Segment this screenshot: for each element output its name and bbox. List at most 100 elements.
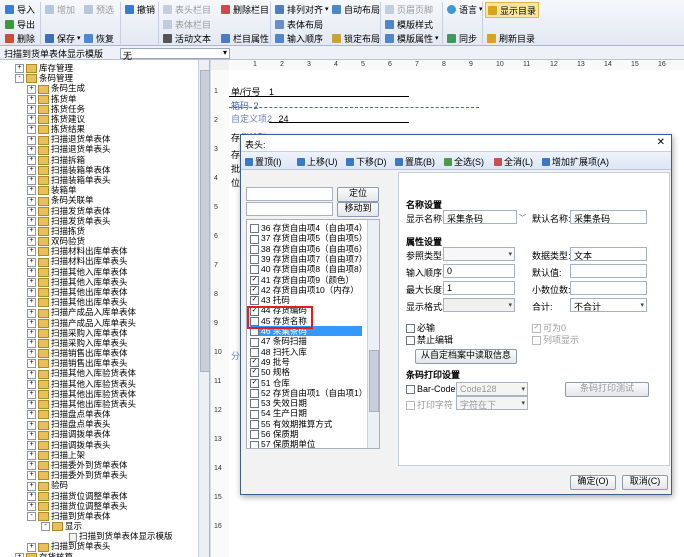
- column-show-checkbox[interactable]: 列项显示: [532, 333, 579, 346]
- checkbox-checked[interactable]: ✓: [250, 378, 259, 388]
- expand-icon[interactable]: +: [27, 542, 36, 552]
- expand-icon[interactable]: +: [15, 64, 24, 74]
- tree-item[interactable]: + 扫描委外到货单表体: [27, 460, 128, 471]
- field-list-item[interactable]: ✓ 51 仓库: [250, 378, 362, 388]
- checkbox-unchecked[interactable]: [250, 430, 259, 440]
- close-icon[interactable]: ✕: [657, 137, 665, 148]
- tree-scrollbar-thumb[interactable]: [200, 70, 209, 372]
- tree-item[interactable]: + 扫描材料出库单表体: [27, 246, 128, 257]
- delete-column-button[interactable]: 删除栏目: [219, 2, 271, 16]
- header-column-button[interactable]: 表头栏目: [161, 2, 213, 16]
- tree-item[interactable]: + 扫描其他出库验货表头: [27, 399, 136, 410]
- field-list-scrollbar-thumb[interactable]: [369, 350, 379, 412]
- template-combo[interactable]: 无 ▾: [120, 48, 230, 61]
- template-style-button[interactable]: 模版样式: [383, 17, 435, 31]
- expand-icon[interactable]: +: [27, 267, 36, 277]
- checkbox-checked[interactable]: ✓: [250, 296, 259, 306]
- checkbox-unchecked[interactable]: [250, 244, 259, 254]
- field-list-item[interactable]: ✓ 43 托码: [250, 295, 362, 306]
- canvas-row-2[interactable]: 箱码 2: [231, 99, 259, 112]
- delete-button[interactable]: 删除: [3, 31, 37, 45]
- tree-item[interactable]: + 扫描调拨单表头: [27, 440, 111, 450]
- checkbox-unchecked[interactable]: [250, 234, 259, 244]
- body-layout-button[interactable]: 表体布局: [273, 17, 325, 31]
- expand-icon[interactable]: +: [27, 237, 36, 247]
- checkbox-checked[interactable]: ✓: [250, 286, 259, 296]
- tree-item[interactable]: + 扫描采购入库单表头: [27, 338, 128, 349]
- checkbox-checked[interactable]: ✓: [250, 368, 259, 378]
- checkbox-checked[interactable]: ✓: [250, 275, 259, 285]
- tree-item[interactable]: + 扫描装箱单表头: [27, 175, 111, 186]
- checkbox-checked[interactable]: ✓: [250, 358, 259, 368]
- tree-item[interactable]: + 扫描退货单表体: [27, 134, 111, 145]
- expand-icon[interactable]: +: [27, 420, 36, 430]
- no-edit-checkbox[interactable]: 禁止编辑: [406, 333, 453, 346]
- expand-icon[interactable]: +: [27, 481, 36, 491]
- ok-button[interactable]: 确定(O): [570, 475, 616, 490]
- field-list-item[interactable]: 36 存货自由项4（自由项4）: [250, 223, 367, 234]
- tree-item[interactable]: + 扫描上架: [27, 450, 85, 461]
- print-char-checkbox[interactable]: 打印字符: [406, 398, 453, 411]
- field-list-item[interactable]: 40 存货自由项8（自由项8）: [250, 264, 367, 275]
- tree-item[interactable]: + 扫描其他入库验货表体: [27, 368, 136, 379]
- tree-item[interactable]: + 扫描货位调整单表体: [27, 491, 128, 501]
- import-button[interactable]: 导入: [3, 2, 37, 16]
- expand-icon[interactable]: +: [27, 461, 36, 471]
- canvas-row-3[interactable]: 自定义项2 24: [231, 112, 289, 125]
- checkbox-unchecked[interactable]: [250, 337, 259, 347]
- expand-icon[interactable]: +: [27, 216, 36, 226]
- tree-item[interactable]: + 拣货建议: [27, 114, 85, 125]
- default-value-input[interactable]: [570, 264, 647, 278]
- expand-icon[interactable]: +: [27, 135, 36, 145]
- tree-item[interactable]: + 扫描产成品入库单表体: [27, 307, 136, 318]
- data-type-select[interactable]: 文本: [570, 247, 647, 261]
- field-list-item[interactable]: ✓ 49 批号: [250, 357, 362, 368]
- tree-item[interactable]: + 条码关联单: [27, 195, 94, 206]
- select-all-button[interactable]: 全选(S): [444, 155, 484, 168]
- tree-item[interactable]: + 扫描拣货: [27, 226, 85, 237]
- ref-type-select[interactable]: ▾: [443, 247, 515, 261]
- field-list-item[interactable]: 37 存货自由项5（自由项5）: [250, 233, 367, 244]
- tree-item[interactable]: + 拣货结果: [27, 124, 85, 135]
- template-property-button[interactable]: 模版属性 ▾: [383, 31, 441, 45]
- expand-icon[interactable]: +: [27, 125, 36, 135]
- tree-item[interactable]: + 扫描销售出库单表头: [27, 358, 128, 369]
- tree-item[interactable]: + 扫描发货单表头: [27, 216, 111, 226]
- tree-item[interactable]: + 扫描装箱单表体: [27, 165, 111, 176]
- tree-item[interactable]: 扫描到货单表体显示模版: [58, 531, 173, 542]
- auto-layout-button[interactable]: 自动布局: [330, 2, 382, 16]
- language-button[interactable]: 语言 ▾: [445, 2, 485, 16]
- field-list-item[interactable]: 53 失效日期: [250, 398, 362, 409]
- field-list-item[interactable]: 38 存货自由项6（自由项6）: [250, 244, 367, 254]
- expand-icon[interactable]: +: [27, 247, 36, 257]
- active-text-button[interactable]: 活动文本: [161, 31, 213, 45]
- tree-item[interactable]: + 扫描拆箱: [27, 155, 85, 165]
- tree-item[interactable]: - 扫描到货单表体: [27, 511, 111, 522]
- move-up-button[interactable]: 上移(U): [297, 155, 338, 168]
- expand-icon[interactable]: +: [27, 308, 36, 318]
- read-archive-button[interactable]: 从自定档案中读取信息: [415, 349, 517, 364]
- tree-item[interactable]: + 扫描盘点单表头: [27, 419, 111, 430]
- move-bottom-button[interactable]: 置底(B): [395, 155, 435, 168]
- max-length-input[interactable]: 1: [443, 281, 515, 295]
- expand-icon[interactable]: +: [27, 206, 36, 216]
- field-list-item[interactable]: 56 保质期: [250, 429, 362, 440]
- field-list-item[interactable]: 54 生产日期: [250, 408, 362, 419]
- tree-item[interactable]: + 扫描其他入库验货表头: [27, 379, 136, 389]
- show-catalog-button[interactable]: 显示目录: [485, 2, 540, 18]
- expand-icon[interactable]: +: [27, 176, 36, 186]
- tree-item[interactable]: + 库存管理: [15, 63, 73, 74]
- tree-item[interactable]: + 验码: [27, 480, 68, 491]
- expand-icon[interactable]: +: [27, 390, 36, 399]
- expand-icon[interactable]: +: [27, 115, 36, 125]
- checkbox-unchecked[interactable]: [250, 440, 259, 448]
- tree-item[interactable]: - 条码管理: [15, 73, 73, 84]
- tree-item[interactable]: + 扫描盘点单表体: [27, 409, 111, 420]
- move-down-button[interactable]: 下移(D): [346, 155, 387, 168]
- expand-icon[interactable]: +: [27, 227, 36, 237]
- field-list-item[interactable]: 55 有效期推算方式: [250, 419, 362, 429]
- checkbox-unchecked[interactable]: [250, 255, 259, 265]
- expand-icon[interactable]: +: [27, 186, 36, 196]
- expand-icon[interactable]: +: [27, 104, 36, 114]
- expand-icon[interactable]: +: [27, 349, 36, 359]
